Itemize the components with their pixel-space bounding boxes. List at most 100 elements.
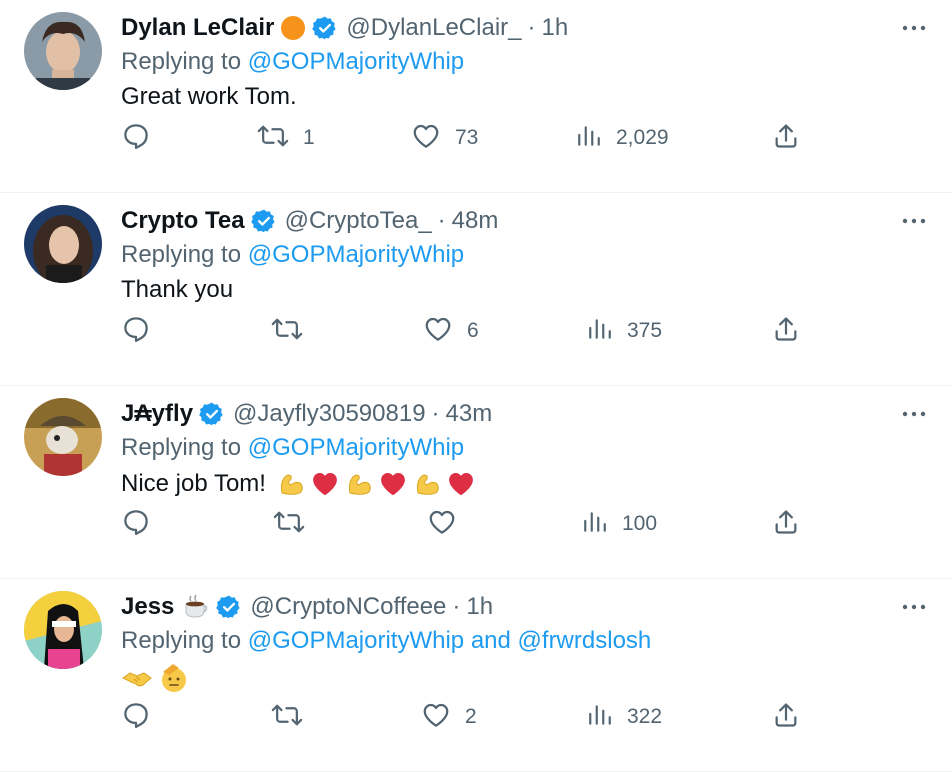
reply-button[interactable] (121, 701, 151, 733)
replying-label: Replying to (121, 627, 242, 654)
analytics-icon (582, 509, 608, 540)
view-count: 322 (627, 705, 663, 728)
replying-to-line: Replying to @GOPMajorityWhip (121, 241, 464, 269)
author-handle[interactable]: @Jayfly30590819 (233, 400, 426, 428)
replying-to-line: Replying to @GOPMajorityWhip (121, 434, 464, 462)
replying-label: Replying to (121, 241, 242, 268)
tweet[interactable]: Crypto Tea @CryptoTea_ · 48m Replying to… (0, 193, 952, 386)
retweet-icon (271, 314, 303, 349)
author-handle[interactable]: @CryptoTea_ (285, 207, 432, 235)
reply-button[interactable] (121, 315, 151, 347)
share-button[interactable] (772, 701, 800, 733)
heart-icon (411, 121, 441, 156)
heart-icon (423, 314, 453, 349)
replying-label: Replying to (121, 434, 242, 461)
retweet-button[interactable]: 1 (257, 122, 315, 154)
retweet-button[interactable] (273, 508, 305, 540)
reply-target-link-extra[interactable]: and @frwrdslosh (464, 627, 651, 654)
reply-icon (121, 121, 151, 156)
orange-badge-icon (280, 15, 306, 41)
red-heart-icon (310, 469, 340, 499)
more-options-icon[interactable] (900, 207, 928, 235)
share-button[interactable] (772, 315, 800, 347)
author-handle[interactable]: @DylanLeClair_ (346, 14, 521, 42)
separator-dot: · (437, 207, 446, 234)
avatar[interactable] (24, 12, 102, 90)
retweet-count: 1 (303, 126, 315, 149)
separator-dot: · (452, 593, 461, 620)
like-button[interactable]: 73 (411, 122, 478, 154)
flexed-biceps-icon (344, 469, 374, 499)
timestamp[interactable]: 1h (542, 14, 569, 42)
views-button[interactable]: 2,029 (576, 122, 669, 154)
tweet-text: Thank you (121, 276, 234, 303)
heart-icon (427, 507, 457, 542)
handshake-icon (121, 664, 153, 692)
timestamp[interactable]: 43m (446, 400, 493, 428)
replying-to-line: Replying to @GOPMajorityWhip and @frwrds… (121, 627, 651, 655)
retweet-button[interactable] (271, 315, 303, 347)
share-icon (772, 315, 800, 348)
author-name[interactable]: Crypto Tea (121, 207, 245, 235)
reply-target-link[interactable]: @GOPMajorityWhip (248, 627, 464, 654)
reply-icon (121, 507, 151, 542)
share-button[interactable] (772, 122, 800, 154)
analytics-icon (587, 702, 613, 733)
author-name[interactable]: J₳yfly (121, 400, 193, 428)
analytics-icon (576, 123, 602, 154)
timestamp[interactable]: 1h (466, 593, 493, 621)
separator-dot: · (431, 400, 440, 427)
reply-button[interactable] (121, 508, 151, 540)
retweet-button[interactable] (271, 701, 303, 733)
like-count: 2 (465, 705, 477, 728)
red-heart-icon (446, 469, 476, 499)
views-button[interactable]: 100 (582, 508, 657, 540)
replying-label: Replying to (121, 48, 242, 75)
avatar[interactable] (24, 205, 102, 283)
saluting-face-icon (157, 662, 189, 694)
view-count: 2,029 (616, 126, 669, 149)
more-options-icon[interactable] (900, 14, 928, 42)
verified-badge-icon (312, 15, 338, 41)
share-icon (772, 122, 800, 155)
tweet[interactable]: Dylan LeClair @DylanLeClair_ · 1h Replyi… (0, 0, 952, 193)
reply-icon (121, 700, 151, 735)
tweet[interactable]: J₳yfly @Jayfly30590819 · 43m Replying to… (0, 386, 952, 579)
separator-dot: · (527, 14, 536, 41)
more-options-icon[interactable] (900, 400, 928, 428)
author-name[interactable]: Dylan LeClair (121, 14, 274, 42)
verified-badge-icon (250, 208, 277, 234)
replying-to-line: Replying to @GOPMajorityWhip (121, 48, 464, 76)
verified-badge-icon (216, 594, 242, 620)
avatar[interactable] (24, 398, 102, 476)
tweet-text-line (121, 662, 189, 694)
views-button[interactable]: 375 (587, 315, 662, 347)
share-button[interactable] (772, 508, 800, 540)
tweet-text-line: Nice job Tom! (121, 469, 476, 499)
author-handle[interactable]: @CryptoNCoffeee (250, 593, 446, 621)
like-button[interactable]: 6 (423, 315, 479, 347)
reply-button[interactable] (121, 122, 151, 154)
action-bar: 2 322 (121, 701, 802, 733)
tweet[interactable]: Jess @CryptoNCoffeee · 1h Replying to @G… (0, 579, 952, 772)
share-icon (772, 701, 800, 734)
more-options-icon[interactable] (900, 593, 928, 621)
verified-badge-icon (199, 401, 225, 427)
flexed-biceps-icon (276, 469, 306, 499)
like-button[interactable] (427, 508, 457, 540)
reply-icon (121, 314, 151, 349)
action-bar: 6 375 (121, 315, 802, 347)
retweet-icon (257, 121, 289, 156)
red-heart-icon (378, 469, 408, 499)
like-count: 6 (467, 319, 479, 342)
reply-target-link[interactable]: @GOPMajorityWhip (248, 241, 464, 268)
like-button[interactable]: 2 (421, 701, 477, 733)
action-bar: 1 73 2,029 (121, 122, 802, 154)
views-button[interactable]: 322 (587, 701, 662, 733)
reply-target-link[interactable]: @GOPMajorityWhip (248, 434, 464, 461)
author-name[interactable]: Jess (121, 593, 174, 621)
timestamp[interactable]: 48m (452, 207, 499, 235)
avatar[interactable] (24, 591, 102, 669)
view-count: 100 (622, 512, 658, 535)
reply-target-link[interactable]: @GOPMajorityWhip (248, 48, 464, 75)
